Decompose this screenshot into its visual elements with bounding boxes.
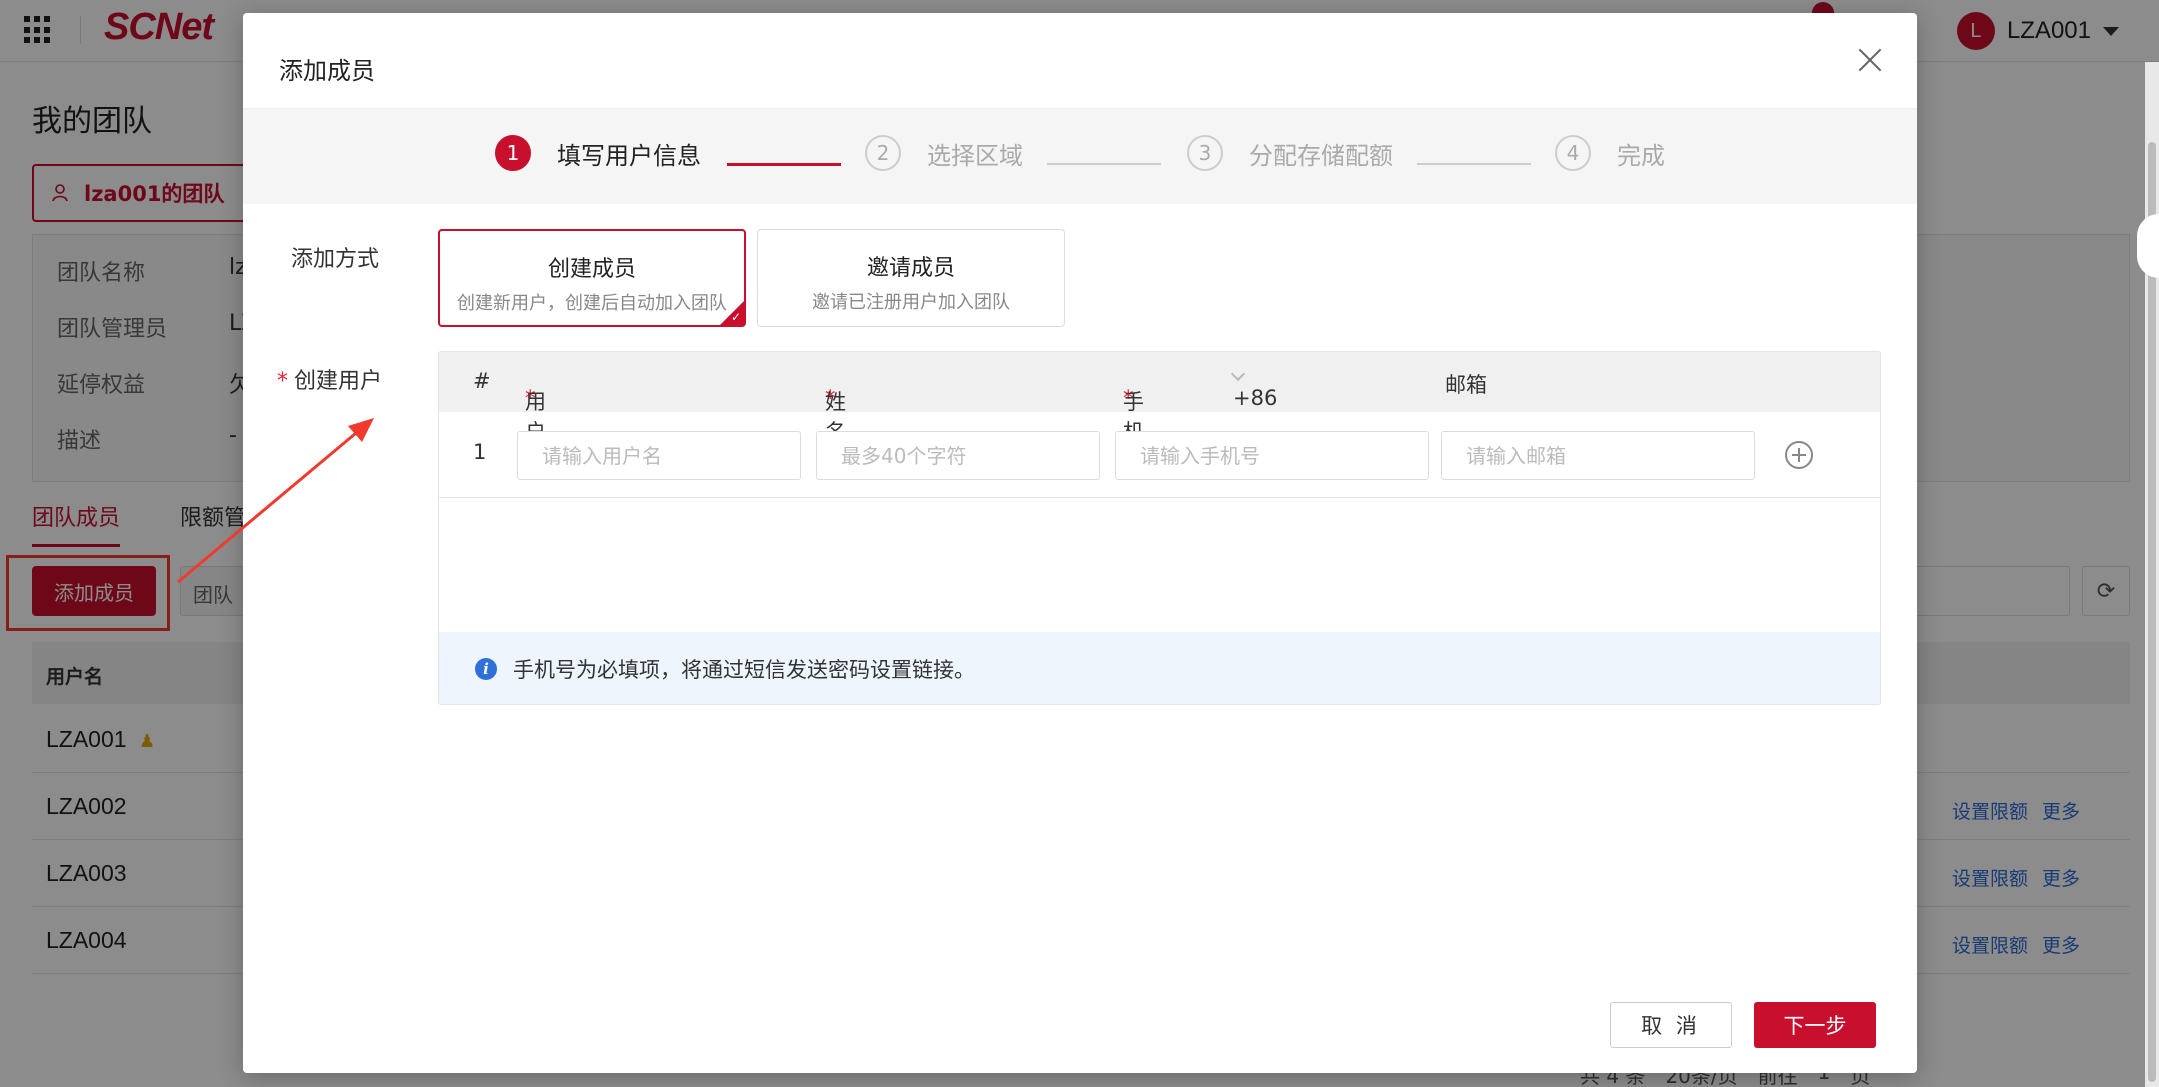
step-3: 3 分配存储配额	[1187, 135, 1393, 171]
invite-member-option[interactable]: 邀请成员 邀请已注册用户加入团队	[757, 229, 1065, 327]
step-label: 填写用户信息	[557, 141, 701, 170]
step-connector	[727, 163, 841, 166]
option-description: 邀请已注册用户加入团队	[812, 292, 1010, 313]
country-code-select[interactable]: +86	[1230, 366, 1277, 410]
step-label: 完成	[1617, 141, 1665, 170]
stepper: 1 填写用户信息 2 选择区域 3 分配存储配额 4 完成	[243, 108, 1917, 204]
email-input[interactable]	[1441, 431, 1755, 480]
close-icon[interactable]	[1853, 43, 1887, 77]
step-2: 2 选择区域	[865, 135, 1023, 171]
col-index: #	[473, 369, 491, 393]
info-icon: i	[475, 658, 497, 680]
step-label: 分配存储配额	[1249, 141, 1393, 170]
member-table-header: # *用户名 *姓名 *手机号 +86 邮箱	[439, 352, 1880, 474]
step-number: 4	[1555, 135, 1591, 171]
step-number: 1	[495, 135, 531, 171]
dialog-title: 添加成员	[279, 57, 375, 85]
country-code: +86	[1233, 386, 1278, 410]
step-number: 2	[865, 135, 901, 171]
scrollbar-thumb[interactable]	[2148, 142, 2156, 1082]
create-member-option[interactable]: 创建成员 创建新用户，创建后自动加入团队 ✓	[438, 229, 746, 327]
add-method-label: 添加方式	[291, 247, 380, 272]
check-icon: ✓	[730, 310, 741, 324]
col-email: 邮箱	[1445, 373, 1487, 397]
add-member-dialog: 添加成员 1 填写用户信息 2 选择区域 3 分配存储配额 4 完成 添加方式 …	[243, 13, 1917, 1073]
step-4: 4 完成	[1555, 135, 1665, 171]
option-description: 创建新用户，创建后自动加入团队	[457, 293, 727, 314]
row-index: 1	[473, 440, 487, 464]
chevron-down-icon	[1230, 366, 1246, 382]
step-1: 1 填写用户信息	[495, 135, 701, 171]
phone-input[interactable]	[1115, 431, 1429, 480]
step-number: 3	[1187, 135, 1223, 171]
option-title: 邀请成员	[866, 256, 955, 281]
step-connector	[1047, 163, 1161, 165]
phone-required-notice: i 手机号为必填项，将通过短信发送密码设置链接。	[439, 632, 1880, 704]
table-row: 1	[439, 412, 1880, 498]
member-input-table: # *用户名 *姓名 *手机号 +86 邮箱 1 i 手机号为必填项，将通过短信…	[438, 351, 1881, 705]
notice-text: 手机号为必填项，将通过短信发送密码设置链接。	[513, 658, 975, 682]
side-panel-handle[interactable]	[2137, 214, 2159, 278]
create-user-label-text: 创建用户	[294, 369, 383, 394]
name-input[interactable]	[816, 431, 1100, 480]
step-label: 选择区域	[927, 141, 1023, 170]
create-user-label: * 创建用户	[277, 369, 383, 394]
add-row-icon[interactable]	[1785, 441, 1813, 469]
cancel-button[interactable]: 取 消	[1610, 1002, 1732, 1048]
step-connector	[1417, 163, 1531, 165]
username-input[interactable]	[517, 431, 801, 480]
next-step-button[interactable]: 下一步	[1754, 1002, 1876, 1048]
option-title: 创建成员	[547, 257, 636, 282]
